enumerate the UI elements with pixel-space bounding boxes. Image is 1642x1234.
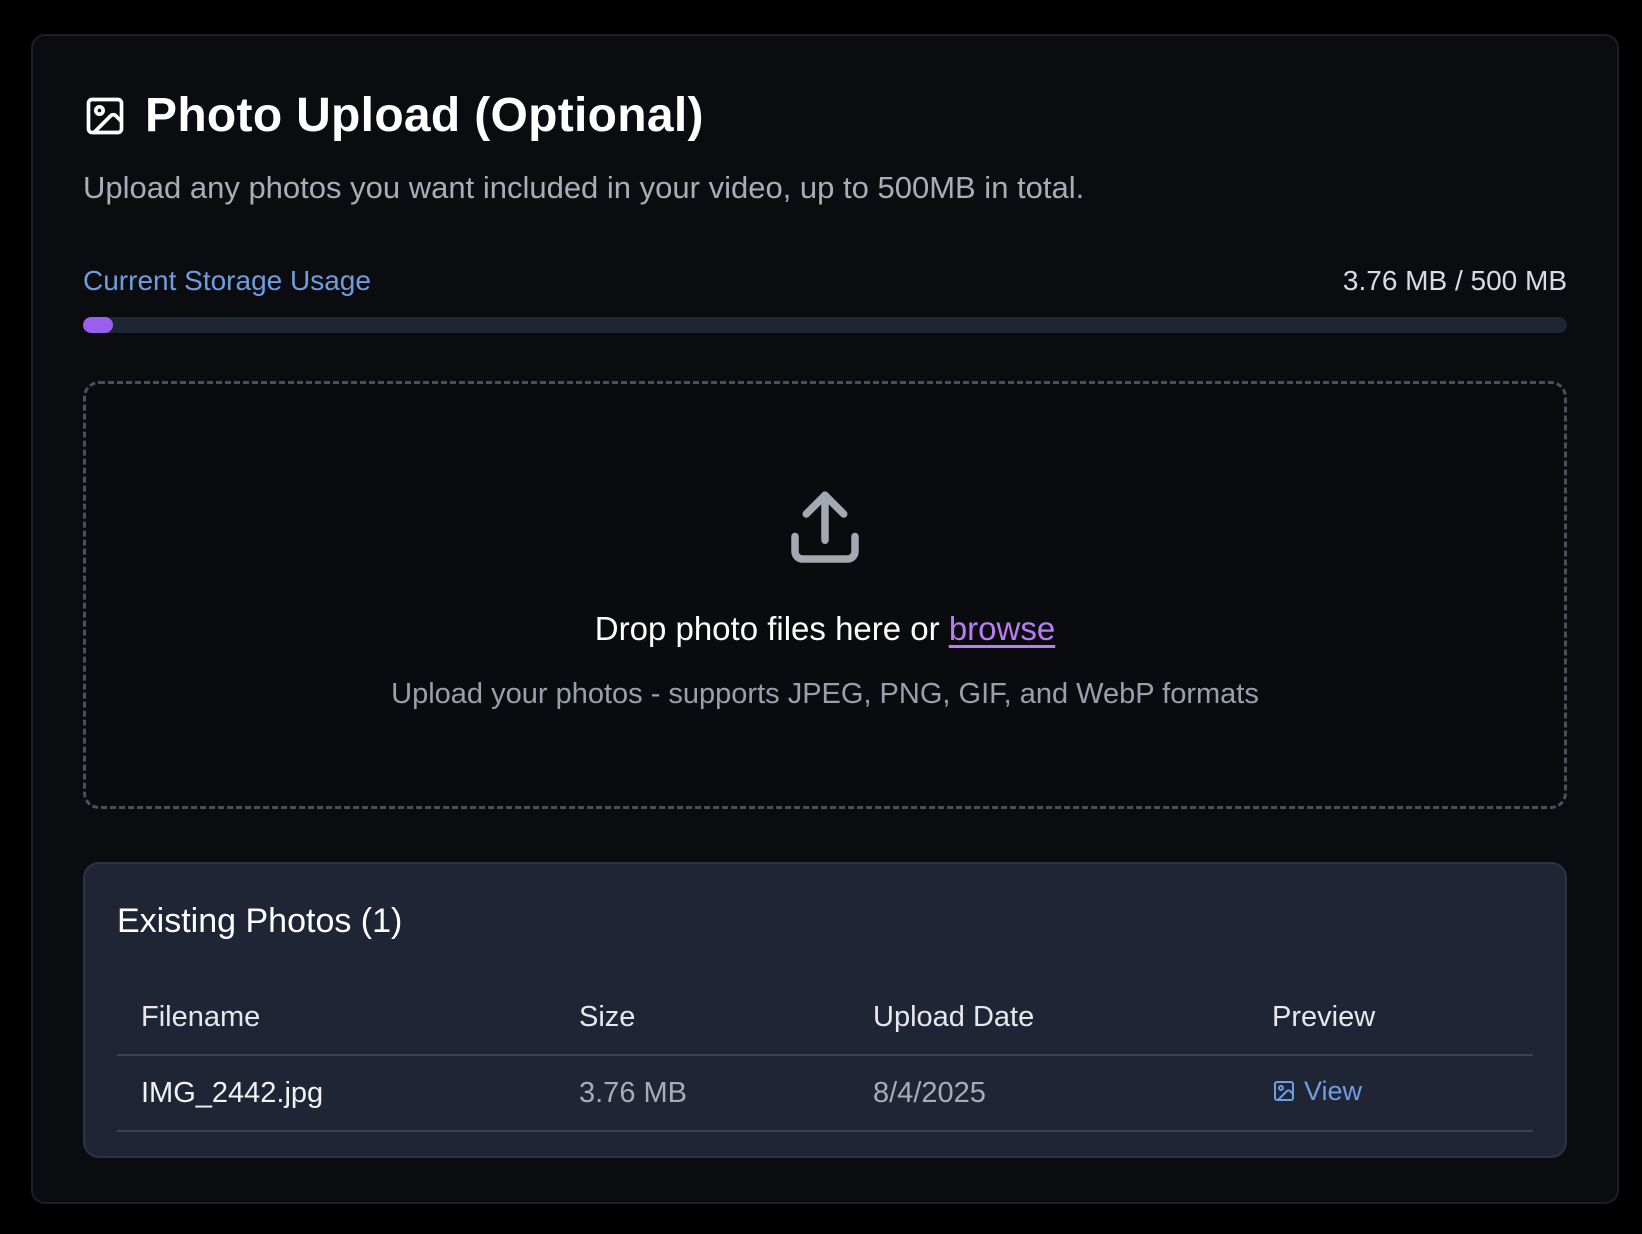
cell-filename: IMG_2442.jpg bbox=[141, 1076, 324, 1109]
image-icon bbox=[1274, 1081, 1294, 1101]
title-row: Photo Upload (Optional) bbox=[83, 88, 704, 143]
column-header-upload-date: Upload Date bbox=[873, 1000, 1035, 1033]
dropzone-prompt-text: Drop photo files here or bbox=[594, 610, 949, 647]
storage-usage-label: Current Storage Usage bbox=[83, 265, 371, 296]
browse-link[interactable]: browse bbox=[949, 610, 1055, 647]
column-header-size: Size bbox=[579, 1000, 636, 1033]
cell-upload-date: 8/4/2025 bbox=[873, 1076, 986, 1109]
page-title: Photo Upload (Optional) bbox=[145, 89, 704, 142]
upload-icon bbox=[791, 491, 859, 563]
photo-upload-card: Photo Upload (Optional) Upload any photo… bbox=[31, 34, 1619, 1204]
storage-usage-value: 3.76 MB / 500 MB bbox=[1342, 265, 1567, 296]
view-photo-link[interactable]: View bbox=[1272, 1076, 1362, 1107]
dropzone-hint: Upload your photos - supports JPEG, PNG,… bbox=[391, 678, 1259, 710]
page-subtitle: Upload any photos you want included in y… bbox=[83, 170, 1085, 205]
existing-photos-title: Existing Photos (1) bbox=[117, 902, 403, 940]
cell-preview: View bbox=[1272, 1056, 1362, 1130]
column-header-filename: Filename bbox=[141, 1000, 261, 1033]
photos-table: Filename Size Upload Date Preview IMG_24… bbox=[117, 980, 1533, 1132]
table-row: IMG_2442.jpg 3.76 MB 8/4/2025 View bbox=[117, 1056, 1533, 1132]
storage-progress-bar bbox=[83, 317, 1567, 333]
image-icon bbox=[86, 97, 124, 134]
dropzone-prompt: Drop photo files here or browse bbox=[86, 610, 1564, 648]
view-label: View bbox=[1304, 1075, 1363, 1106]
cell-size: 3.76 MB bbox=[579, 1076, 687, 1109]
column-header-preview: Preview bbox=[1272, 1000, 1376, 1033]
table-header-row: Filename Size Upload Date Preview bbox=[117, 980, 1533, 1056]
storage-progress-fill bbox=[83, 317, 113, 333]
photo-dropzone[interactable]: Drop photo files here or browse Upload y… bbox=[83, 381, 1567, 809]
existing-photos-panel: Existing Photos (1) Filename Size Upload… bbox=[83, 862, 1567, 1158]
